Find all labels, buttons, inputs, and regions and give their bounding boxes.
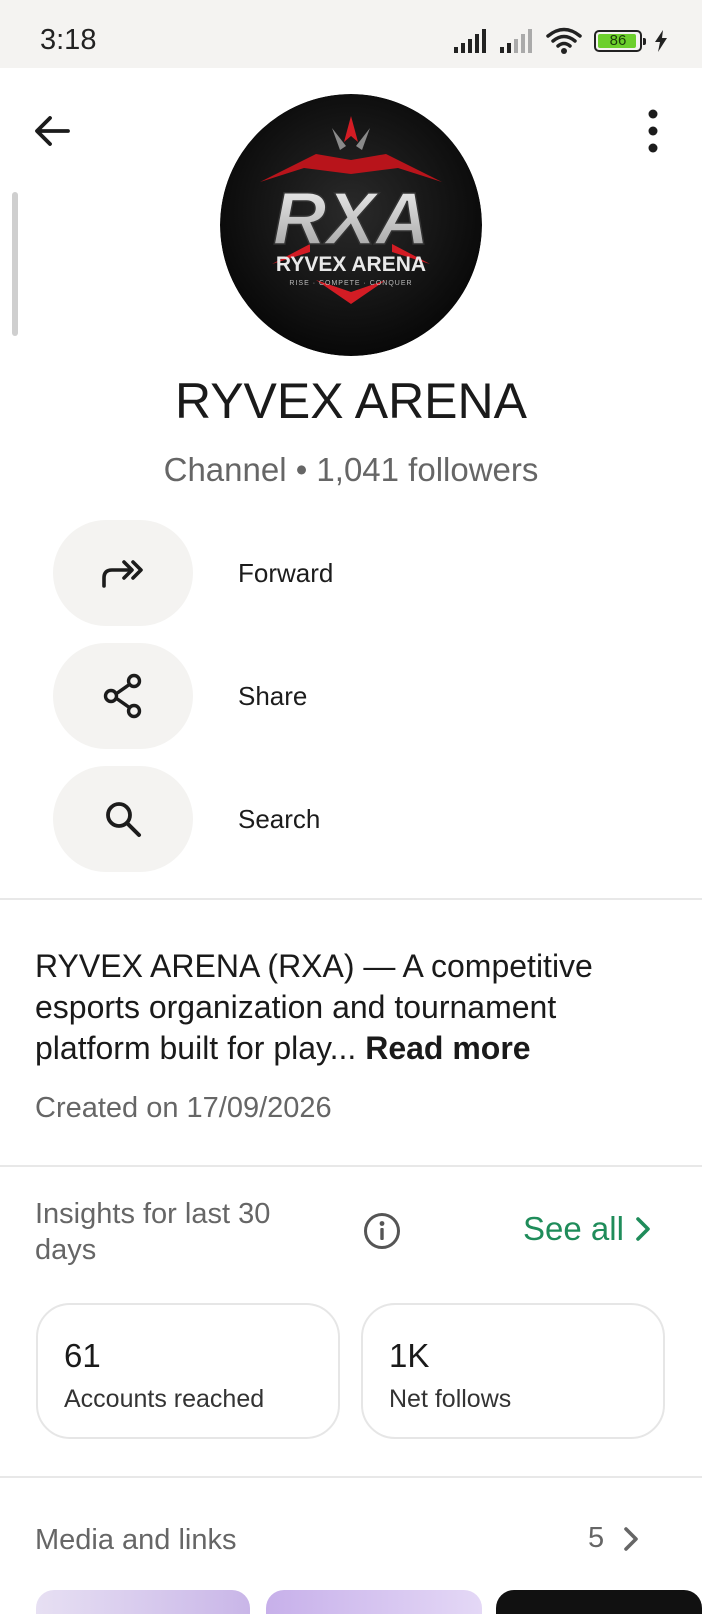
- battery-icon: 86: [594, 30, 646, 52]
- see-all-label: See all: [523, 1210, 624, 1247]
- read-more-link[interactable]: Read more: [365, 1030, 530, 1066]
- channel-name: RYVEX ARENA: [174, 373, 527, 429]
- see-all-link[interactable]: See all: [523, 1210, 652, 1248]
- info-button[interactable]: [362, 1211, 402, 1251]
- insight-value: 1K: [389, 1337, 430, 1374]
- channel-avatar[interactable]: RXA RYVEX ARENA RISE · COMPETE · CONQUER: [220, 94, 482, 356]
- search-button[interactable]: [53, 766, 193, 872]
- forward-button[interactable]: [53, 520, 193, 626]
- signal-icon: [454, 29, 486, 53]
- back-button[interactable]: [30, 108, 76, 154]
- insights-title: Insights for last 30 days: [35, 1198, 271, 1266]
- created-date: Created on 17/09/2026: [35, 1092, 332, 1124]
- share-button[interactable]: [53, 643, 193, 749]
- divider: [0, 1165, 702, 1167]
- chevron-right-icon: [624, 1526, 638, 1551]
- logo-tagline: RISE · COMPETE · CONQUER: [289, 280, 412, 287]
- insight-card-accounts-reached[interactable]: 61 Accounts reached: [36, 1303, 340, 1439]
- charging-icon: [655, 30, 667, 52]
- insight-label: Accounts reached: [64, 1385, 265, 1413]
- channel-description: RYVEX ARENA (RXA) — A competitive esport…: [35, 946, 675, 1069]
- logo-name: RYVEX ARENA: [276, 253, 426, 276]
- battery-level: 86: [609, 32, 627, 49]
- channel-subtitle: Channel • 1,041 followers: [163, 451, 539, 488]
- insight-value: 61: [64, 1337, 101, 1374]
- search-label: Search: [238, 804, 321, 834]
- media-count-value: 5: [588, 1522, 605, 1554]
- status-time: 3:18: [40, 24, 97, 56]
- more-options-button[interactable]: [630, 106, 676, 156]
- divider: [0, 1476, 702, 1478]
- status-bar: 3:18 86: [0, 0, 702, 68]
- search-action[interactable]: Search: [53, 766, 653, 872]
- divider: [0, 898, 702, 900]
- forward-icon: [102, 560, 143, 588]
- forward-action[interactable]: Forward: [53, 520, 653, 626]
- scrollbar[interactable]: [12, 192, 18, 336]
- media-thumbnail[interactable]: [36, 1590, 250, 1614]
- status-icons: 86: [454, 24, 668, 58]
- search-icon: [106, 802, 141, 837]
- forward-label: Forward: [238, 558, 334, 588]
- wifi-icon: [546, 27, 582, 54]
- insight-label: Net follows: [389, 1385, 512, 1413]
- media-links-count[interactable]: 5: [588, 1522, 640, 1555]
- media-thumbnail[interactable]: [266, 1590, 482, 1614]
- logo-monogram: RXA: [273, 177, 429, 260]
- share-label: Share: [238, 681, 308, 711]
- info-icon: [364, 1213, 400, 1249]
- arrow-left-icon: [35, 116, 70, 146]
- chevron-right-icon: [636, 1217, 650, 1241]
- channel-logo: RXA RYVEX ARENA RISE · COMPETE · CONQUER: [220, 94, 482, 356]
- insight-card-net-follows[interactable]: 1K Net follows: [361, 1303, 665, 1439]
- share-action[interactable]: Share: [53, 643, 653, 749]
- share-icon: [103, 673, 142, 719]
- signal-icon-secondary: [500, 29, 532, 53]
- media-thumbnail[interactable]: [496, 1590, 702, 1614]
- media-links-title[interactable]: Media and links: [35, 1524, 237, 1557]
- more-vertical-icon: [648, 109, 658, 153]
